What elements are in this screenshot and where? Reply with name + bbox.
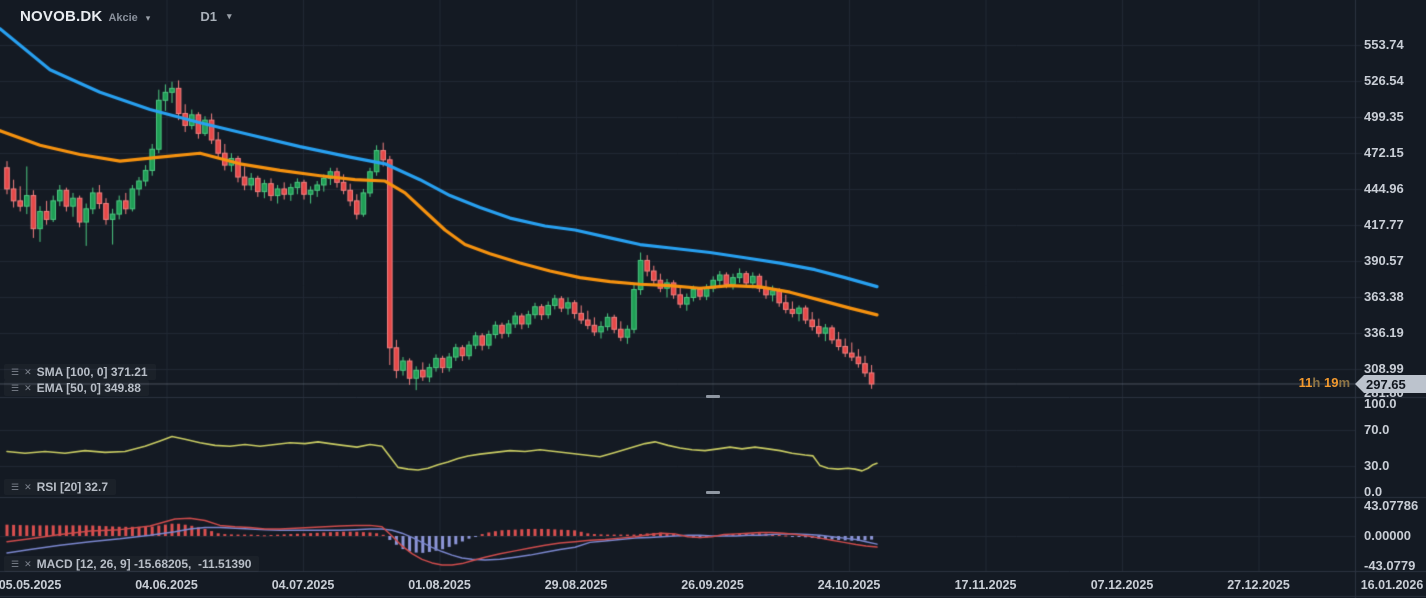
current-price-badge: 297.65 [1355,375,1426,393]
pane-resize-handle[interactable] [706,395,720,398]
price-tick-label: 417.77 [1364,216,1404,232]
indicator-row-sma: ☰ ✕ SMA [100, 0] 371.21 [4,364,156,380]
indicator-settings-icon[interactable]: ☰ [11,383,19,393]
date-tick-label: 01.08.2025 [408,578,471,592]
date-tick-label: 07.12.2025 [1090,578,1154,592]
indicator-label-sma: SMA [100, 0] 371.21 [36,365,148,379]
indicator-close-icon[interactable]: ✕ [24,367,32,377]
rsi-tick-label: 30.0 [1364,457,1390,473]
trading-chart-window: NOVOB.DK Akcie ▾ D1 ▾ ☰ ✕ SMA [100, 0] 3… [0,0,1426,598]
chart-header: NOVOB.DK Akcie ▾ D1 ▾ [20,8,231,25]
candle-countdown: 11h 19m [1299,375,1350,390]
rsi-tick-label: 100.0 [1364,396,1397,411]
date-tick-label: 29.08.2025 [544,578,608,592]
indicator-close-icon[interactable]: ✕ [24,559,32,569]
countdown-hours: 11 [1298,375,1313,390]
price-tick-label: 472.15 [1364,145,1404,161]
price-tick-label: 336.19 [1364,324,1404,340]
indicator-label-ema: EMA [50, 0] 349.88 [36,381,141,395]
indicator-settings-icon[interactable]: ☰ [11,482,19,492]
price-tick-label: 526.54 [1364,73,1404,89]
date-tick-label: 27.12.2025 [1227,578,1290,592]
pane-resize-handle[interactable] [706,491,720,494]
indicator-label-rsi: RSI [20] 32.7 [36,480,108,494]
chevron-down-icon: ▾ [145,13,151,23]
countdown-minutes: 19 [1323,375,1339,390]
date-tick-label: 16.01.2026 [1360,578,1424,592]
price-tick-label: 308.99 [1364,360,1404,376]
indicator-close-icon[interactable]: ✕ [24,383,32,393]
date-tick-label: 24.10.2025 [817,578,881,592]
countdown-hours-unit: h [1312,375,1324,390]
indicator-close-icon[interactable]: ✕ [24,482,32,492]
date-tick-label: 04.07.2025 [271,578,335,592]
price-tick-label: 499.35 [1364,109,1404,125]
price-tick-label: 553.74 [1364,37,1404,53]
timeframe-label: D1 [200,9,217,24]
indicator-label-macd: MACD [12, 26, 9] -15.68205, -11.51390 [36,557,252,571]
date-tick-label: 04.06.2025 [135,578,198,592]
chart-canvas[interactable] [0,0,1426,598]
symbol-market-type: Akcie [108,12,138,24]
indicator-settings-icon[interactable]: ☰ [11,367,19,377]
price-tick-label: 390.57 [1364,253,1404,268]
indicator-row-rsi: ☰ ✕ RSI [20] 32.7 [4,479,116,495]
timeframe-selector[interactable]: D1 ▾ [200,9,231,24]
macd-tick-label: -43.0779 [1364,558,1416,574]
macd-tick-label: 0.00000 [1364,528,1411,543]
indicator-row-ema: ☰ ✕ EMA [50, 0] 349.88 [4,380,149,396]
current-price-value: 297.65 [1366,376,1406,392]
price-axis[interactable]: 553.74 526.54 499.35 472.15 444.96 417.77 390.… [1356,0,1426,598]
indicator-settings-icon[interactable]: ☰ [11,559,19,569]
price-tick-label: 444.96 [1364,181,1404,196]
date-tick-label: 17.11.2025 [954,578,1017,592]
price-tick-label: 363.38 [1364,288,1404,304]
time-axis[interactable]: 05.05.2025 04.06.2025 04.07.2025 01.08.2025… [0,574,1426,598]
chevron-down-icon: ▾ [226,11,232,21]
symbol-name: NOVOB.DK [20,8,103,25]
indicator-row-macd: ☰ ✕ MACD [12, 26, 9] -15.68205, -11.5139… [4,556,259,572]
rsi-tick-label: 70.0 [1364,422,1390,438]
date-tick-label: 26.09.2025 [681,578,744,592]
macd-tick-label: 43.07786 [1364,497,1419,513]
date-tick-label: 05.05.2025 [0,578,62,592]
countdown-minutes-unit: m [1338,375,1350,390]
symbol-selector[interactable]: NOVOB.DK Akcie ▾ [20,8,150,25]
